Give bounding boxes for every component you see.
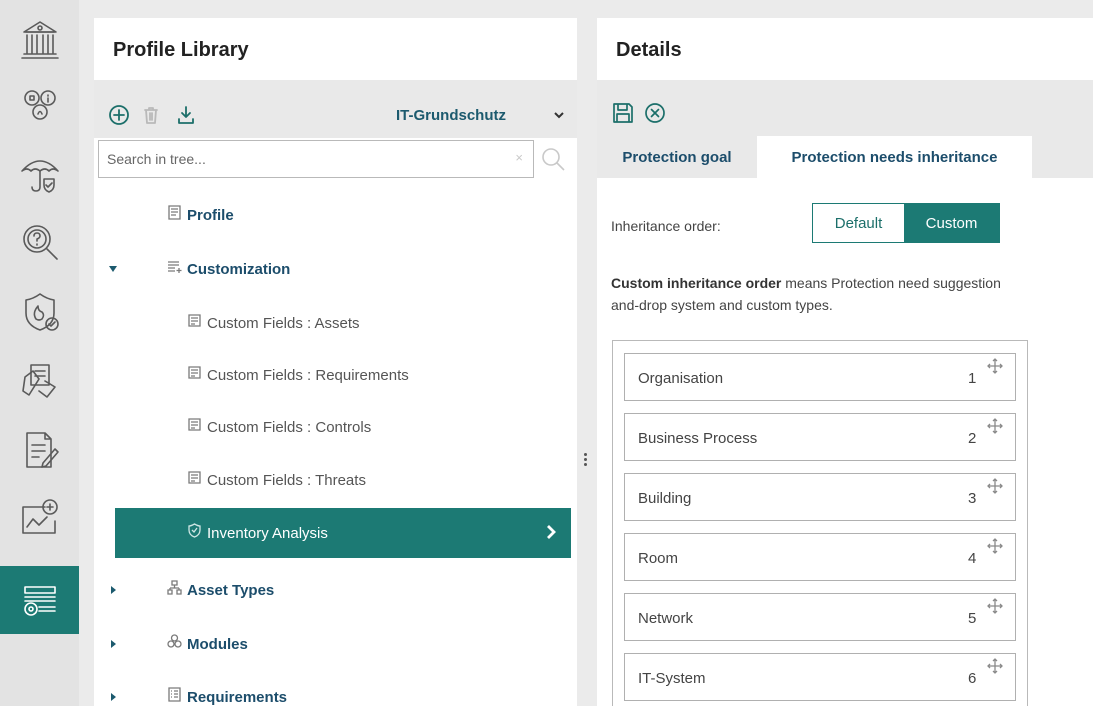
order-item[interactable]: Room 4 <box>624 533 1016 581</box>
tree-node-requirements[interactable]: Requirements <box>94 670 577 706</box>
order-item-name: Building <box>638 490 692 507</box>
document-icon <box>167 205 182 225</box>
chevron-down-icon <box>554 112 564 119</box>
tab-protection-needs-inheritance[interactable]: Protection needs inheritance <box>757 136 1032 178</box>
tree-node-label: Requirements <box>187 688 288 706</box>
tree-node-label: Custom Fields : Requirements <box>207 366 409 384</box>
report-chart-icon[interactable] <box>0 484 79 552</box>
tree-node-modules[interactable]: Modules <box>94 617 577 671</box>
drag-handle-icon[interactable] <box>987 478 1003 494</box>
inheritance-order-label: Inheritance order: <box>611 218 721 234</box>
inheritance-order-toggle: Default Custom <box>812 203 1000 243</box>
modules-icon <box>167 634 182 654</box>
tree-node-label: Inventory Analysis <box>207 524 328 542</box>
tree-node-profile[interactable]: Profile <box>94 188 577 242</box>
library-settings-icon[interactable] <box>0 566 79 634</box>
order-item[interactable]: Network 5 <box>624 593 1016 641</box>
form-icon <box>187 365 202 385</box>
tree-node-label: Asset Types <box>187 581 275 599</box>
order-item-name: Room <box>638 550 679 567</box>
caret-right-icon[interactable] <box>108 692 118 702</box>
description-bold: Custom inheritance order <box>611 275 782 291</box>
bank-icon[interactable] <box>0 6 79 74</box>
trash-icon[interactable] <box>140 104 162 126</box>
library-toolbar: IT-Grundschutz <box>94 80 577 138</box>
shield-icon <box>187 523 202 543</box>
drag-handle-icon[interactable] <box>987 598 1003 614</box>
chevron-right-icon <box>543 524 559 540</box>
requirements-icon <box>167 687 182 706</box>
nav-rail <box>0 0 79 706</box>
custom-button[interactable]: Custom <box>904 204 999 242</box>
order-item-rank: 2 <box>968 430 977 447</box>
order-item-rank: 3 <box>968 490 977 507</box>
caret-right-icon[interactable] <box>108 639 118 649</box>
roles-icon[interactable] <box>0 72 79 140</box>
tree-node-custom-fields-controls[interactable]: Custom Fields : Controls <box>94 400 577 454</box>
inheritance-order-list: Organisation 1 Business Process 2 Buildi… <box>612 340 1028 706</box>
default-button[interactable]: Default <box>813 204 904 242</box>
tree-node-label: Profile <box>187 206 234 224</box>
tree-node-custom-fields-threats[interactable]: Custom Fields : Threats <box>94 453 577 507</box>
download-icon[interactable] <box>175 104 197 126</box>
order-item-rank: 4 <box>968 550 977 567</box>
search-icon[interactable] <box>540 146 566 172</box>
tree-node-custom-fields-assets[interactable]: Custom Fields : Assets <box>94 296 577 350</box>
details-panel: Details Protection goal Protection needs… <box>597 18 1093 706</box>
tree-node-asset-types[interactable]: Asset Types <box>94 563 577 617</box>
details-toolbar: Protection goal Protection needs inherit… <box>597 80 1093 178</box>
order-item-name: Network <box>638 610 694 627</box>
order-item[interactable]: Business Process 2 <box>624 413 1016 461</box>
caret-down-icon[interactable] <box>108 264 118 274</box>
tree-node-customization[interactable]: Customization <box>94 242 577 296</box>
tree-node-label: Customization <box>187 260 291 278</box>
order-item-name: Business Process <box>638 430 758 447</box>
form-icon <box>187 313 202 333</box>
order-item-rank: 5 <box>968 610 977 627</box>
tree-node-label: Custom Fields : Controls <box>207 418 372 436</box>
description-text: means Protection need suggestion <box>781 275 1001 291</box>
profile-select-value: IT-Grundschutz <box>396 106 506 124</box>
drag-handle-icon[interactable] <box>987 418 1003 434</box>
list-add-icon <box>167 259 182 279</box>
form-icon <box>187 470 202 490</box>
inheritance-description: Custom inheritance order means Protectio… <box>611 272 1091 316</box>
tab-protection-goal[interactable]: Protection goal <box>597 136 757 178</box>
panel-title: Details <box>616 39 682 61</box>
fire-shield-icon[interactable] <box>0 278 79 346</box>
drag-handle-icon[interactable] <box>987 538 1003 554</box>
order-item-name: IT-System <box>638 670 706 687</box>
order-item-rank: 1 <box>968 370 977 387</box>
order-item-name: Organisation <box>638 370 724 387</box>
order-item[interactable]: IT-System 6 <box>624 653 1016 701</box>
order-item[interactable]: Organisation 1 <box>624 353 1016 401</box>
save-icon[interactable] <box>611 101 635 125</box>
search-input[interactable] <box>99 141 499 177</box>
panel-splitter[interactable] <box>584 451 588 471</box>
tree-node-inventory-analysis[interactable]: Inventory Analysis <box>115 508 571 558</box>
profile-select[interactable]: IT-Grundschutz <box>384 104 574 126</box>
document-tag-icon[interactable] <box>0 346 79 414</box>
drag-handle-icon[interactable] <box>987 658 1003 674</box>
tree-node-label: Modules <box>187 635 248 653</box>
edit-document-icon[interactable] <box>0 416 79 484</box>
caret-right-icon[interactable] <box>108 585 118 595</box>
order-item[interactable]: Building 3 <box>624 473 1016 521</box>
tree-node-label: Custom Fields : Assets <box>207 314 360 332</box>
search-box: × <box>98 140 534 178</box>
description-line2: and-drop system and custom types. <box>611 297 833 313</box>
umbrella-shield-icon[interactable] <box>0 140 79 208</box>
search-question-icon[interactable] <box>0 208 79 276</box>
tree-node-label: Custom Fields : Threats <box>207 471 366 489</box>
tree-node-custom-fields-requirements[interactable]: Custom Fields : Requirements <box>94 348 577 402</box>
form-icon <box>187 417 202 437</box>
hierarchy-icon <box>167 580 182 600</box>
close-icon[interactable] <box>643 101 667 125</box>
add-icon[interactable] <box>108 104 130 126</box>
clear-icon[interactable]: × <box>515 150 523 165</box>
order-item-rank: 6 <box>968 670 977 687</box>
drag-handle-icon[interactable] <box>987 358 1003 374</box>
profile-library-panel: Profile Library IT-Grundschutz × Profile <box>94 18 577 706</box>
panel-title: Profile Library <box>113 39 249 61</box>
